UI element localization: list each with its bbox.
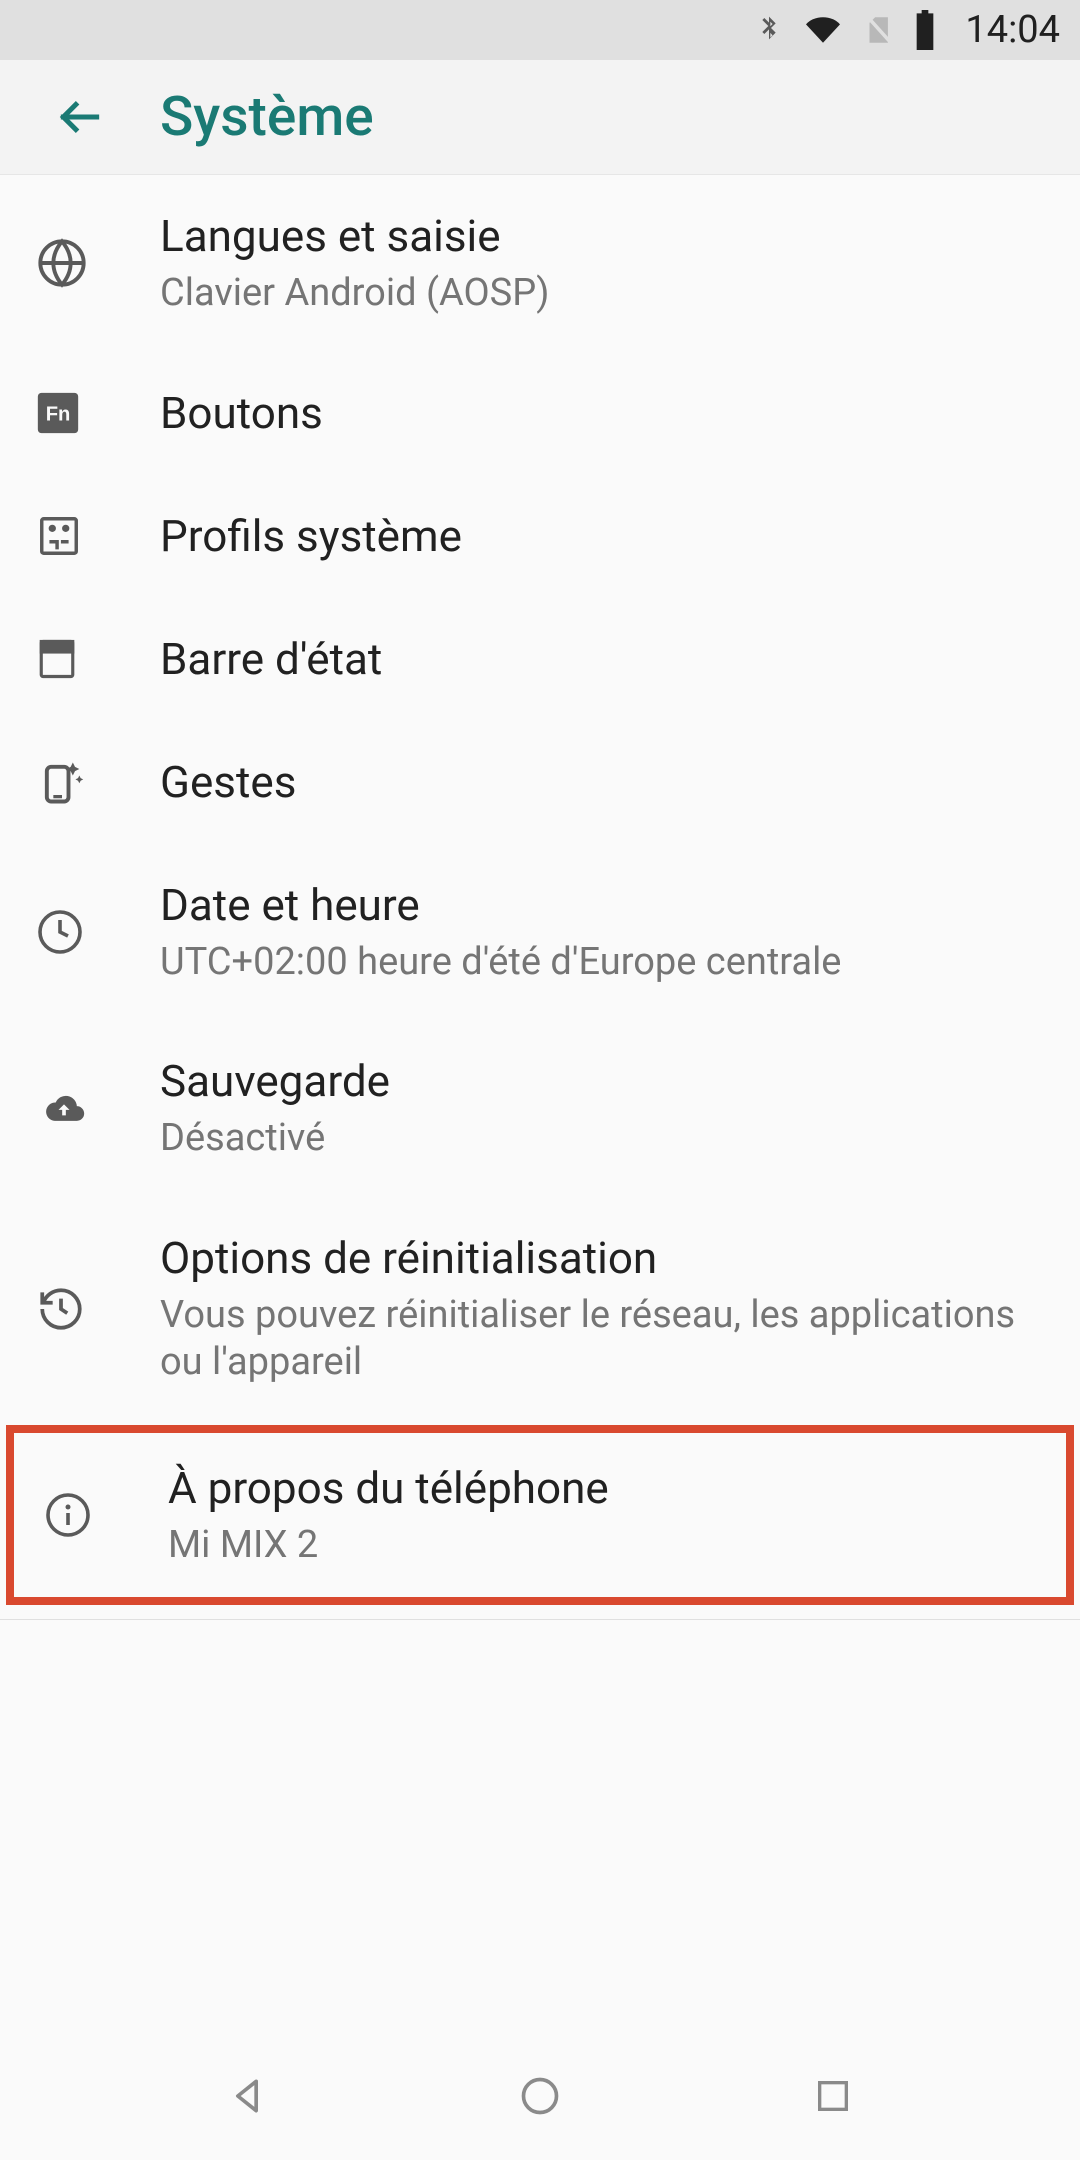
item-buttons[interactable]: Fn Boutons (0, 352, 1080, 475)
fn-key-icon: Fn (30, 391, 160, 435)
navigation-bar (0, 2032, 1080, 2160)
back-button[interactable] (30, 92, 130, 142)
item-reset-options[interactable]: Options de réinitialisation Vous pouvez … (0, 1197, 1080, 1421)
status-bar-icon (30, 636, 160, 682)
item-title: Gestes (160, 755, 1050, 810)
item-title: Barre d'état (160, 632, 1050, 687)
battery-icon (913, 10, 937, 50)
item-title: Options de réinitialisation (160, 1231, 1050, 1286)
cloud-upload-icon (30, 1086, 160, 1130)
status-icons (753, 10, 937, 50)
bluetooth-icon (753, 10, 785, 50)
nav-back-button[interactable] (207, 2056, 287, 2136)
nav-recent-button[interactable] (793, 2056, 873, 2136)
item-title: Boutons (160, 386, 1050, 441)
item-subtitle: Vous pouvez réinitialiser le réseau, les… (160, 1292, 1050, 1387)
item-gestures[interactable]: Gestes (0, 721, 1080, 844)
nav-home-button[interactable] (500, 2056, 580, 2136)
profiles-icon (30, 513, 160, 559)
divider (0, 1619, 1080, 1620)
svg-text:Fn: Fn (46, 403, 71, 425)
settings-list: Langues et saisie Clavier Android (AOSP)… (0, 175, 1080, 1620)
item-title: Sauvegarde (160, 1054, 1050, 1109)
item-subtitle: Désactivé (160, 1115, 1050, 1163)
item-title: Date et heure (160, 878, 1050, 933)
item-status-bar[interactable]: Barre d'état (0, 598, 1080, 721)
history-icon (30, 1284, 160, 1334)
page-title: Système (160, 85, 374, 149)
item-title: À propos du téléphone (168, 1461, 1042, 1516)
item-subtitle: Clavier Android (AOSP) (160, 270, 1050, 318)
app-header: Système (0, 60, 1080, 175)
highlight-about-phone: À propos du téléphone Mi MIX 2 (6, 1425, 1074, 1606)
item-date-time[interactable]: Date et heure UTC+02:00 heure d'été d'Eu… (0, 844, 1080, 1021)
status-bar: 14:04 (0, 0, 1080, 60)
wifi-icon (803, 13, 843, 47)
globe-icon (30, 237, 160, 289)
clock-icon (30, 908, 160, 956)
status-time: 14:04 (965, 8, 1060, 52)
no-sim-icon (861, 10, 895, 50)
item-title: Profils système (160, 509, 1050, 564)
item-subtitle: UTC+02:00 heure d'été d'Europe centrale (160, 939, 1050, 987)
item-languages-input[interactable]: Langues et saisie Clavier Android (AOSP) (0, 175, 1080, 352)
item-subtitle: Mi MIX 2 (168, 1522, 1042, 1570)
item-about-phone[interactable]: À propos du téléphone Mi MIX 2 (14, 1433, 1066, 1598)
info-icon (38, 1491, 168, 1539)
item-backup[interactable]: Sauvegarde Désactivé (0, 1020, 1080, 1197)
gestures-icon (30, 756, 160, 808)
item-title: Langues et saisie (160, 209, 1050, 264)
item-system-profiles[interactable]: Profils système (0, 475, 1080, 598)
